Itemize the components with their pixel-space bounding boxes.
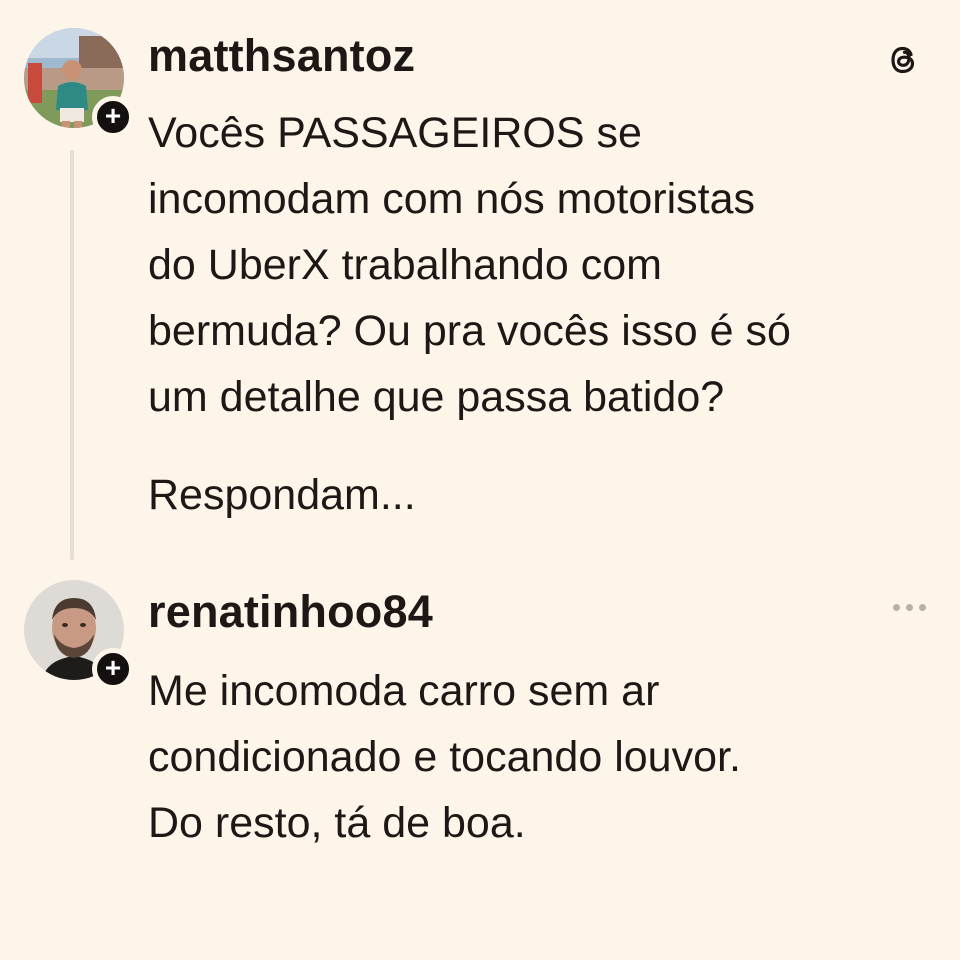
dot <box>893 604 900 611</box>
avatar-container[interactable]: + <box>24 28 134 138</box>
threads-screenshot: + matthsantoz Vocês PASSAGEIROS se incom… <box>0 0 960 960</box>
dot <box>906 604 913 611</box>
username[interactable]: renatinhoo84 <box>148 586 433 638</box>
avatar-container[interactable]: + <box>24 580 134 690</box>
dot <box>919 604 926 611</box>
plus-icon: + <box>104 100 122 131</box>
plus-icon: + <box>104 652 122 683</box>
follow-button[interactable]: + <box>92 96 134 138</box>
username[interactable]: matthsantoz <box>148 30 415 82</box>
more-options-icon[interactable] <box>893 604 926 611</box>
thread-reply: + renatinhoo84 Me incomoda carro sem ar … <box>0 580 960 920</box>
reply-text: Me incomoda carro sem ar condicionado e … <box>148 667 741 847</box>
post-text-paragraph: Respondam... <box>148 471 416 519</box>
thread-post: + matthsantoz Vocês PASSAGEIROS se incom… <box>0 0 960 570</box>
threads-logo-icon[interactable] <box>884 40 924 80</box>
thread-connector-line <box>70 150 74 560</box>
follow-button[interactable]: + <box>92 648 134 690</box>
post-text: Vocês PASSAGEIROS se incomodam com nós m… <box>148 109 791 421</box>
